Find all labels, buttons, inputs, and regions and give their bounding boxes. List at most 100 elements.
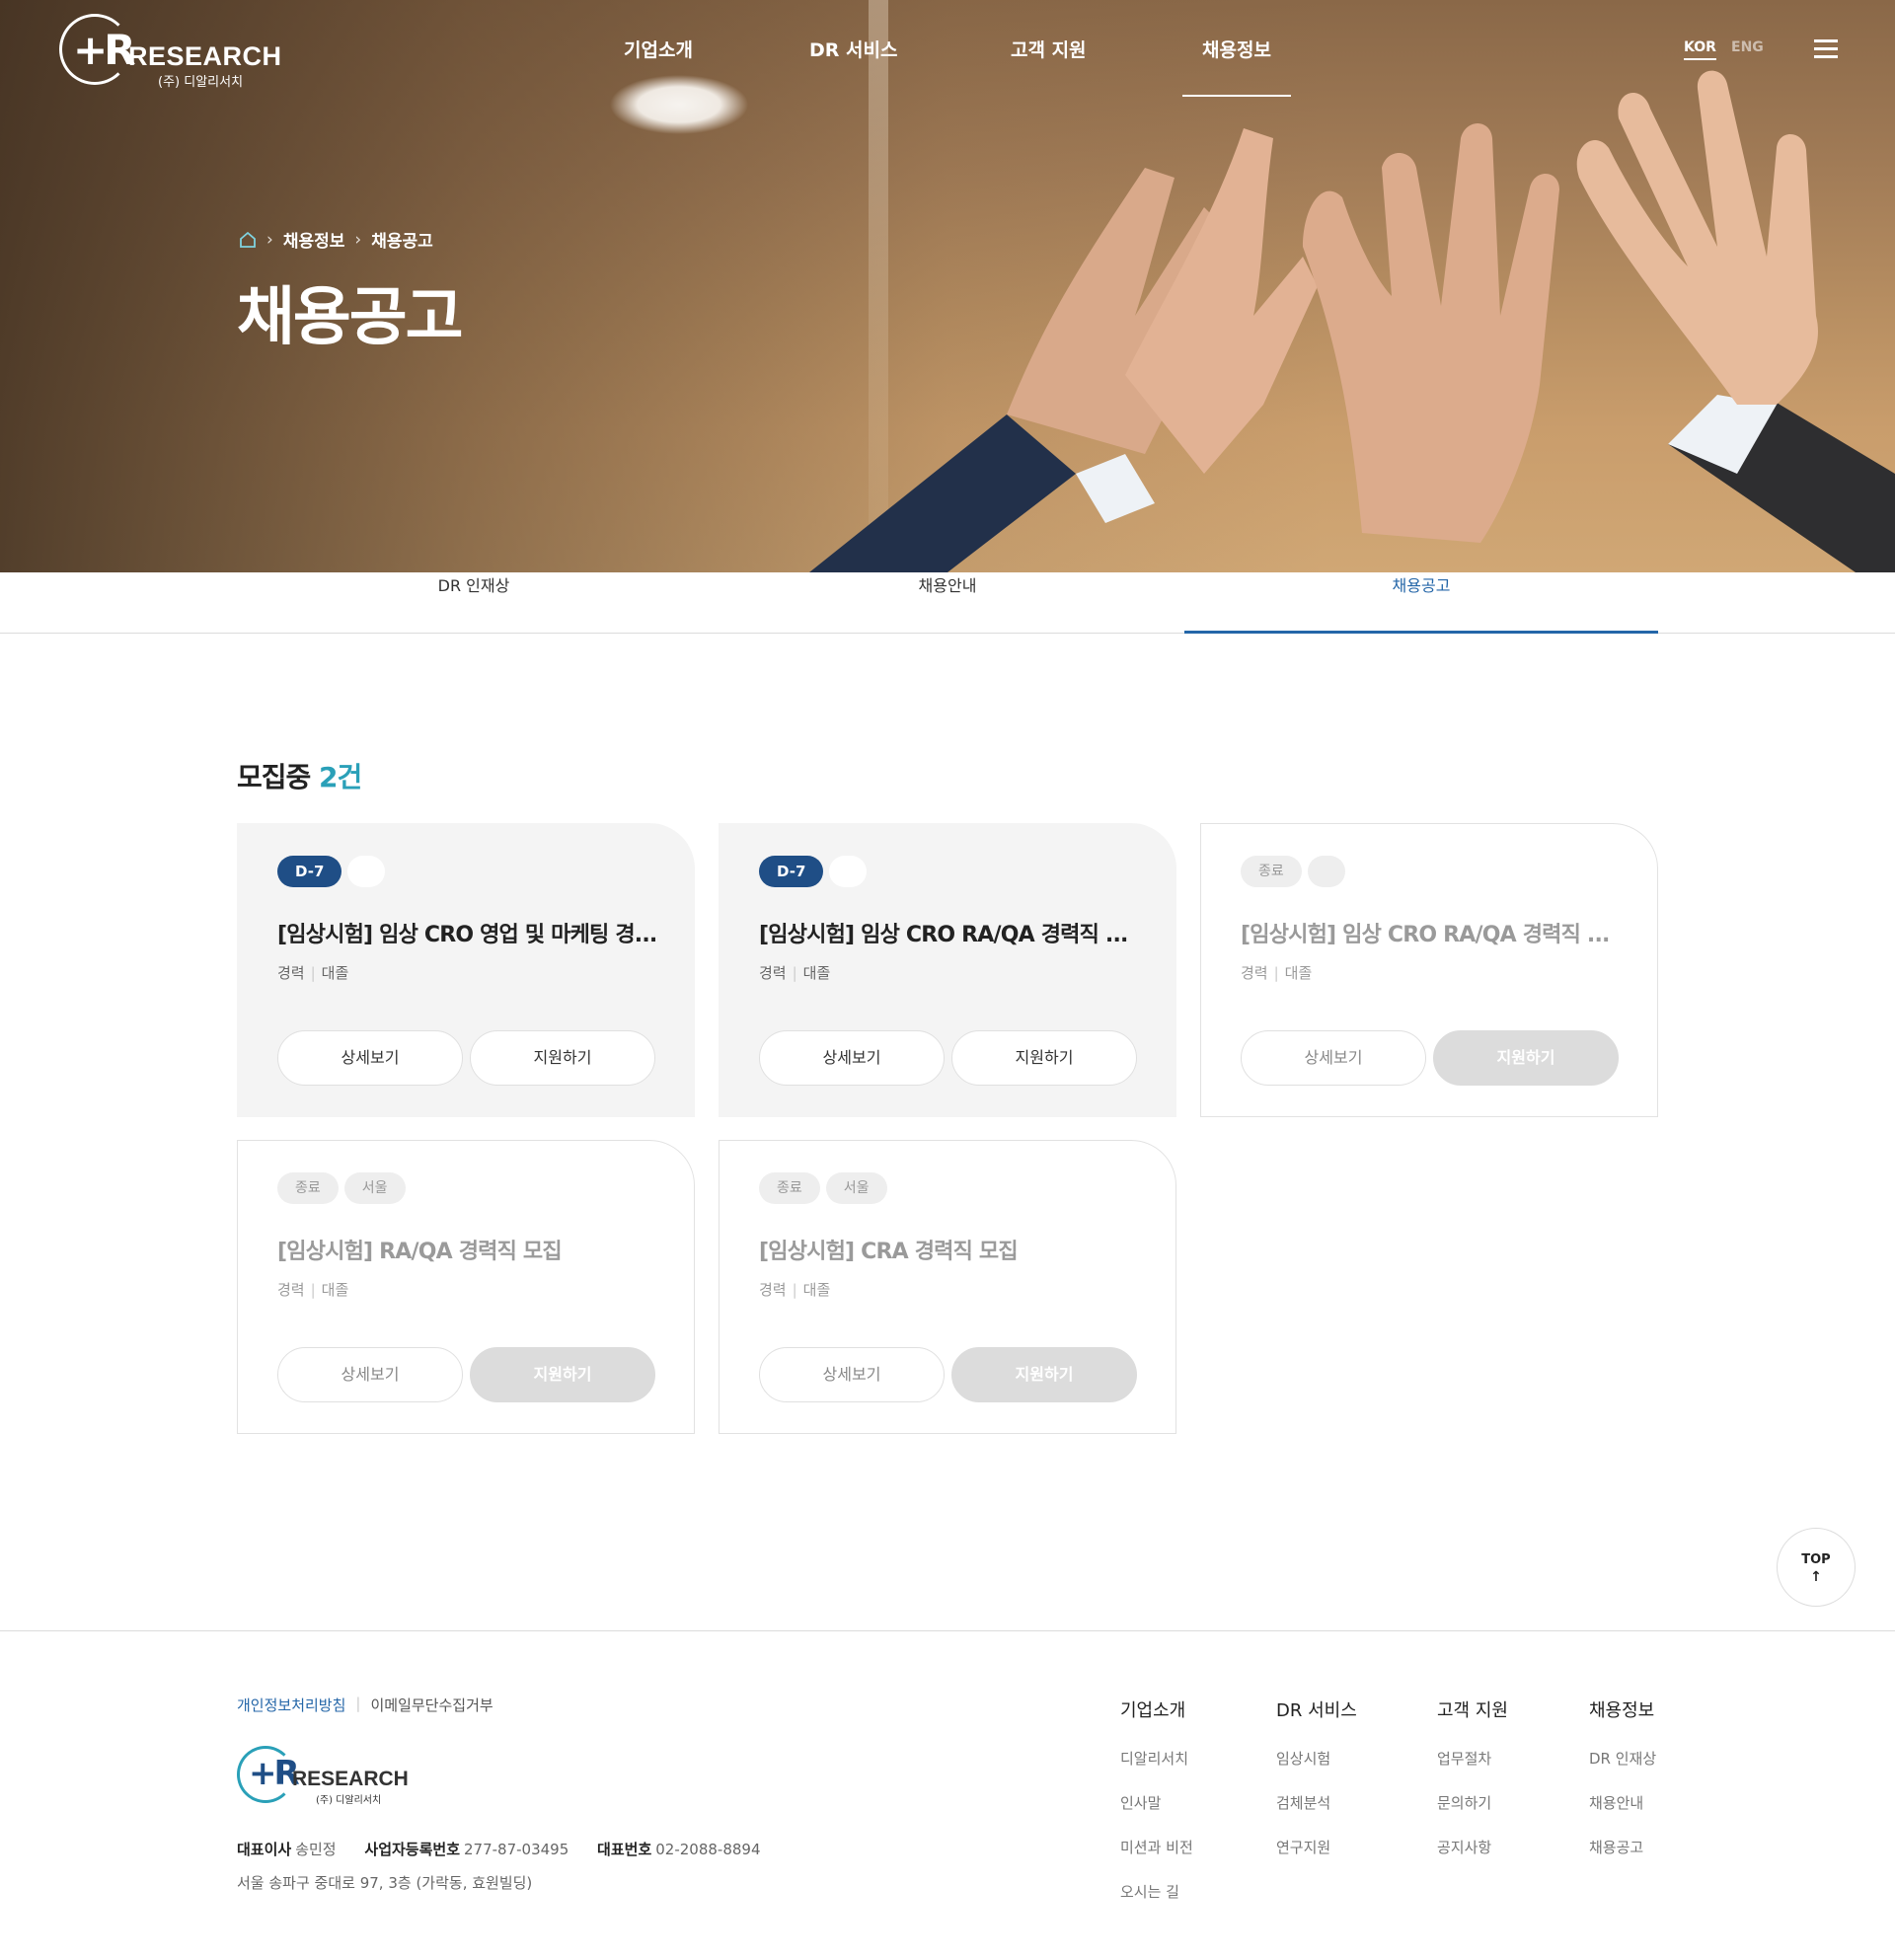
gnb-active-indicator [1182, 95, 1291, 97]
closed-badge: 종료 [759, 1172, 820, 1204]
tab-dr-talent[interactable]: DR 인재상 [237, 572, 711, 634]
breadcrumb-item[interactable]: 채용정보 [283, 227, 345, 252]
apply-button-disabled: 지원하기 [1433, 1030, 1619, 1086]
lang-kor-link[interactable]: KOR [1684, 39, 1716, 60]
job-meta: 경력 | 대졸 [277, 1281, 349, 1299]
job-meta: 경력 | 대졸 [759, 1281, 831, 1299]
menu-hamburger-icon[interactable] [1814, 39, 1838, 59]
view-detail-button[interactable]: 상세보기 [277, 1347, 463, 1402]
location-badge: 서울 [825, 1172, 887, 1204]
breadcrumb-separator-icon: › [266, 229, 273, 250]
footer-col-company: 기업소개 디알리서치 인사말 미션과 비전 오시는 길 [1120, 1696, 1193, 1925]
view-detail-button[interactable]: 상세보기 [759, 1347, 945, 1402]
footer-link[interactable]: 디알리서치 [1120, 1748, 1193, 1769]
biz-number-label: 사업자등록번호 [364, 1841, 460, 1858]
job-card: 종료 서울 [임상시험] RA/QA 경력직 모집 경력 | 대졸 상세보기 지원하… [237, 1140, 695, 1434]
empty-badge [1307, 856, 1345, 887]
footer-link[interactable]: 채용공고 [1589, 1837, 1656, 1857]
apply-button-disabled: 지원하기 [951, 1347, 1137, 1402]
job-title[interactable]: [임상시험] CRA 경력직 모집 [759, 1234, 1144, 1265]
gnb-item-recruit[interactable]: 채용정보 [1202, 36, 1271, 62]
footer-policy-links: 개인정보처리방침 | 이메일무단수집거부 [237, 1695, 493, 1715]
job-meta: 경력 | 대졸 [1241, 964, 1313, 982]
job-title[interactable]: [임상시험] 임상 CRO RA/QA 경력직 ... [1241, 917, 1626, 948]
footer-link[interactable]: 검체분석 [1276, 1792, 1357, 1813]
footer-link[interactable]: 미션과 비전 [1120, 1837, 1193, 1857]
breadcrumb: › 채용정보 › 채용공고 [239, 227, 433, 252]
job-career: 경력 [759, 964, 787, 982]
job-education: 대졸 [321, 1281, 349, 1299]
job-meta: 경력 | 대졸 [759, 964, 831, 982]
job-card: 종료 [임상시험] 임상 CRO RA/QA 경력직 ... 경력 | 대졸 상세보… [1200, 823, 1658, 1117]
job-career: 경력 [1241, 964, 1268, 982]
privacy-policy-link[interactable]: 개인정보처리방침 [237, 1695, 345, 1715]
lang-eng-link[interactable]: ENG [1731, 39, 1764, 55]
footer-link[interactable]: 인사말 [1120, 1792, 1193, 1813]
gnb-item-dr-service[interactable]: DR 서비스 [809, 36, 897, 62]
dday-badge: D-7 [759, 856, 824, 887]
page-title: 채용공고 [237, 281, 464, 354]
tab-job-postings[interactable]: 채용공고 [1184, 572, 1658, 634]
footer-col-recruit: 채용정보 DR 인재상 채용안내 채용공고 [1589, 1696, 1656, 1881]
footer-link[interactable]: 채용안내 [1589, 1792, 1656, 1813]
footer-logo[interactable]: +R RESEARCH (주) 디알리서치 [237, 1746, 415, 1806]
job-career: 경력 [277, 964, 305, 982]
footer-col-support: 고객 지원 업무절차 문의하기 공지사항 [1437, 1696, 1508, 1881]
scroll-top-button[interactable]: TOP ↑ [1777, 1528, 1856, 1607]
job-title[interactable]: [임상시험] 임상 CRO RA/QA 경력직 ... [759, 917, 1144, 948]
recruiting-label: 모집중 [237, 761, 311, 793]
high-five-hands-image [809, 70, 1895, 572]
home-icon[interactable] [239, 231, 257, 249]
top-label: TOP [1801, 1552, 1831, 1567]
job-title[interactable]: [임상시험] 임상 CRO 영업 및 마케팅 경... [277, 917, 662, 948]
view-detail-button[interactable]: 상세보기 [277, 1030, 463, 1086]
arrow-up-icon: ↑ [1810, 1569, 1822, 1585]
footer-link[interactable]: 업무절차 [1437, 1748, 1508, 1769]
footer-logo-subtitle: (주) 디알리서치 [316, 1795, 382, 1806]
job-title[interactable]: [임상시험] RA/QA 경력직 모집 [277, 1234, 662, 1265]
job-education: 대졸 [1284, 964, 1313, 982]
footer-link[interactable]: 연구지원 [1276, 1837, 1357, 1857]
footer-logo-mark: +R [249, 1754, 300, 1793]
dday-badge: D-7 [277, 856, 342, 887]
footer-col-title[interactable]: DR 서비스 [1276, 1696, 1357, 1722]
footer-logo-wordmark: RESEARCH [292, 1768, 409, 1790]
recruiting-count: 모집중 2건 [237, 756, 362, 795]
job-career: 경력 [277, 1281, 305, 1299]
view-detail-button[interactable]: 상세보기 [1241, 1030, 1426, 1086]
phone-label: 대표번호 [597, 1841, 652, 1858]
footer-link[interactable]: 문의하기 [1437, 1792, 1508, 1813]
recruiting-number: 2건 [319, 761, 362, 793]
breadcrumb-separator-icon: › [354, 229, 362, 250]
gnb-item-support[interactable]: 고객 지원 [1011, 36, 1087, 62]
footer-link[interactable]: DR 인재상 [1589, 1748, 1656, 1769]
footer-link[interactable]: 공지사항 [1437, 1837, 1508, 1857]
phone-value: 02-2088-8894 [655, 1841, 761, 1858]
footer-col-title[interactable]: 채용정보 [1589, 1696, 1656, 1722]
empty-badge [829, 856, 868, 887]
footer-link[interactable]: 임상시험 [1276, 1748, 1357, 1769]
view-detail-button[interactable]: 상세보기 [759, 1030, 945, 1086]
ceo-value: 송민정 [295, 1841, 337, 1858]
footer-link[interactable]: 오시는 길 [1120, 1881, 1193, 1902]
job-card: D-7 [임상시험] 임상 CRO RA/QA 경력직 ... 경력 | 대졸 상세… [719, 823, 1176, 1117]
company-info: 대표이사 송민정 사업자등록번호 277-87-03495 대표번호 02-2088-… [237, 1839, 785, 1859]
footer-col-title[interactable]: 기업소개 [1120, 1696, 1193, 1722]
apply-button[interactable]: 지원하기 [470, 1030, 655, 1086]
breadcrumb-item[interactable]: 채용공고 [371, 227, 433, 252]
footer-col-dr-service: DR 서비스 임상시험 검체분석 연구지원 [1276, 1696, 1357, 1881]
footer-divider: | [355, 1695, 361, 1712]
email-refusal-link[interactable]: 이메일무단수집거부 [370, 1695, 493, 1715]
apply-button-disabled: 지원하기 [470, 1347, 655, 1402]
biz-number-value: 277-87-03495 [464, 1841, 569, 1858]
job-career: 경력 [759, 1281, 787, 1299]
job-education: 대졸 [802, 1281, 831, 1299]
ceo-label: 대표이사 [237, 1841, 292, 1858]
tab-recruit-guide[interactable]: 채용안내 [711, 572, 1184, 634]
footer-col-title[interactable]: 고객 지원 [1437, 1696, 1508, 1722]
apply-button[interactable]: 지원하기 [951, 1030, 1137, 1086]
closed-badge: 종료 [277, 1172, 339, 1204]
gnb-item-company[interactable]: 기업소개 [624, 36, 693, 62]
closed-badge: 종료 [1241, 856, 1302, 887]
job-meta: 경력 | 대졸 [277, 964, 349, 982]
